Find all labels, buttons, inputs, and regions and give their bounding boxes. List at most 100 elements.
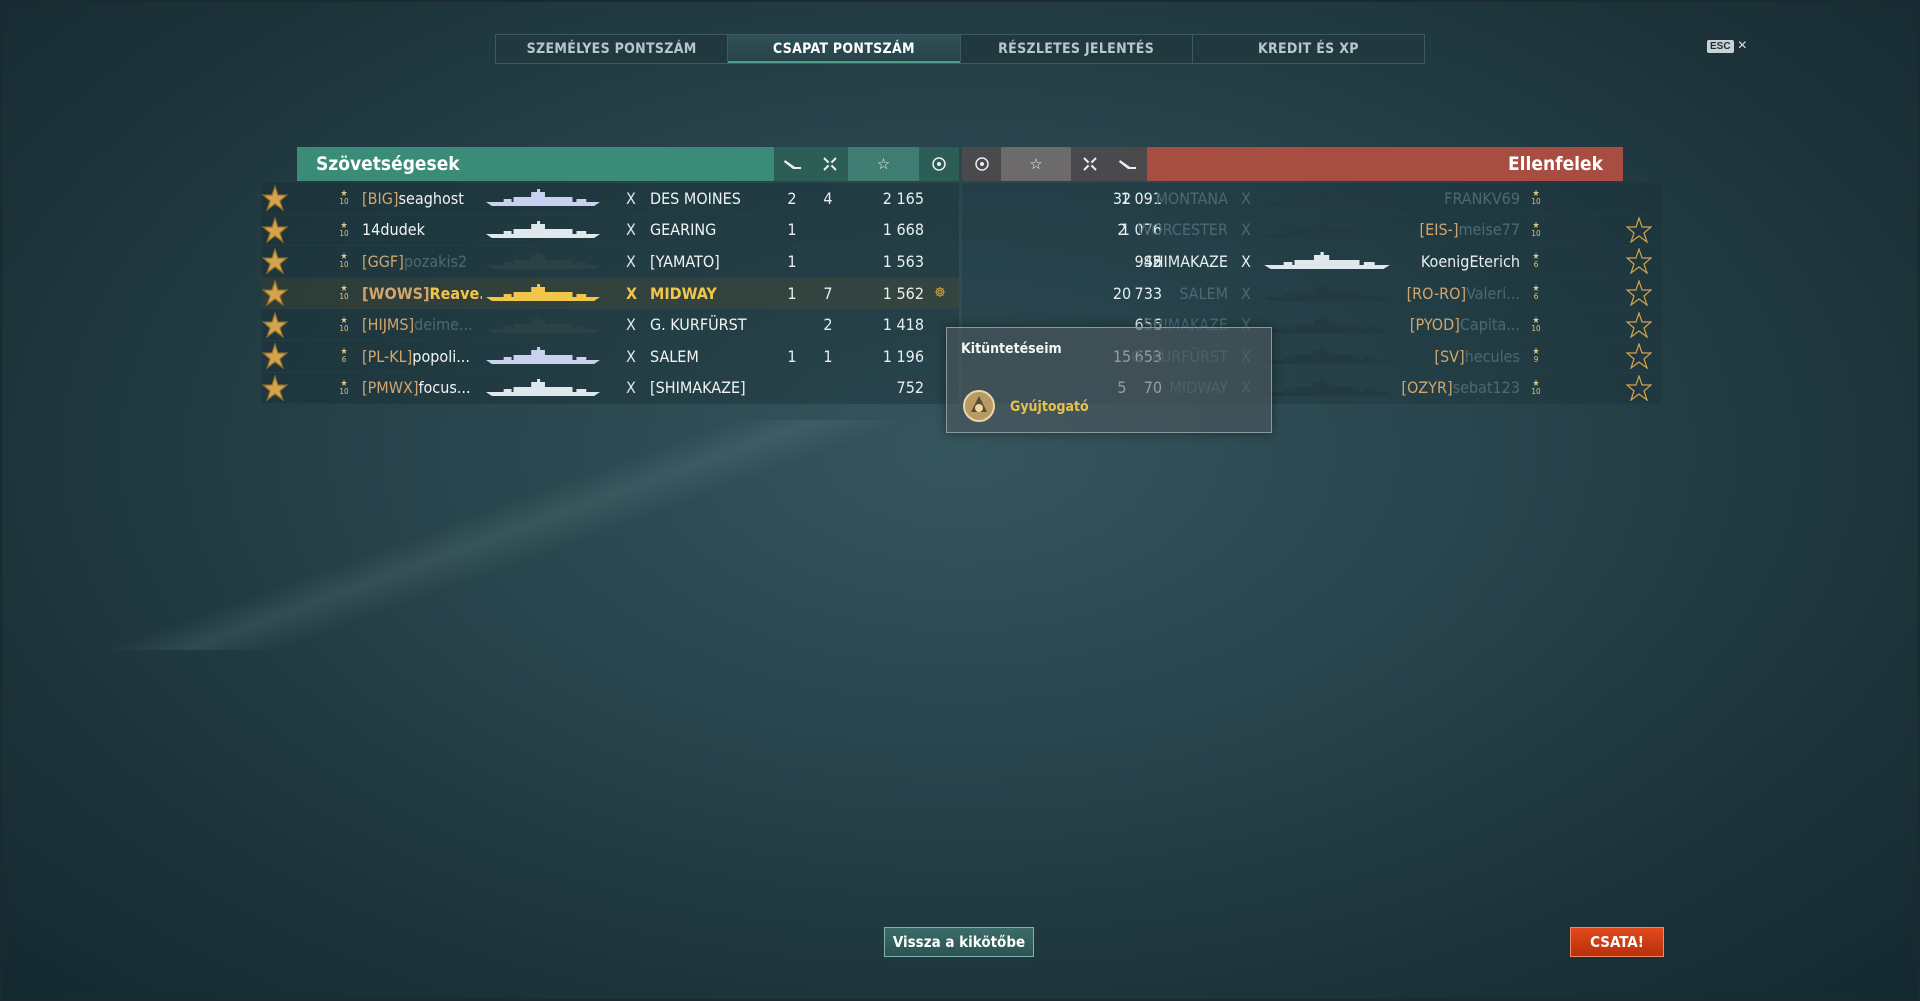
ship-silhouette-icon — [1262, 315, 1392, 335]
score-value: 1 563 — [882, 251, 924, 271]
tab-detailed-report[interactable]: RÉSZLETES JELENTÉS — [961, 35, 1193, 63]
ship-silhouette-icon — [484, 283, 602, 303]
commander-medal-icon — [1625, 215, 1653, 244]
player-name: FRANKV69 — [1444, 188, 1520, 208]
ship-type-marker: X — [626, 283, 638, 303]
tier-badge: ★ 10 — [339, 378, 349, 396]
player-name: [GGF]pozakis2 — [362, 251, 468, 271]
commander-medal-icon — [261, 310, 289, 339]
battle-button[interactable]: CSATA! — [1570, 927, 1664, 957]
ship-silhouette-icon — [1262, 283, 1392, 303]
ship-type-marker: X — [626, 188, 636, 208]
enemy-row[interactable]: 1 091 32 MONTANA X FRANKV69 ★ 10 — [962, 183, 1662, 215]
ship-name: MIDWAY — [650, 283, 717, 303]
planes-destroyed-value: 1 — [787, 251, 797, 271]
score-value: 752 — [896, 378, 924, 398]
kills-value: 1 — [823, 346, 833, 366]
tab-team-score[interactable]: CSAPAT PONTSZÁM — [728, 35, 961, 63]
tier-badge: ★ 10 — [1531, 189, 1541, 207]
player-name: [RO-RO]Valeri... — [1406, 283, 1520, 303]
commander-medal-icon — [1625, 310, 1653, 339]
commander-medal-icon — [1625, 373, 1653, 402]
ship-type-marker: X — [626, 220, 636, 240]
ally-row[interactable]: ★ 10 [BIG]seaghost X DES MOINES 2 4 2 165 — [261, 183, 959, 215]
back-to-port-button[interactable]: Vissza a kikötőbe — [884, 927, 1034, 957]
tier-badge: ★ 6 — [1532, 284, 1540, 302]
ship-silhouette-icon — [484, 251, 602, 271]
allies-table: ★ 10 [BIG]seaghost X DES MOINES 2 4 2 165… — [261, 183, 959, 405]
kills-value: 7 — [823, 283, 833, 303]
ship-type-marker: X — [1241, 251, 1251, 271]
player-name: KoenigEterich — [1420, 251, 1520, 271]
ship-type-marker: X — [626, 315, 636, 335]
ship-name: WORCESTER — [1137, 220, 1228, 240]
ship-type-marker: X — [1241, 188, 1251, 208]
tier-badge: ★ 6 — [340, 347, 348, 365]
ally-row[interactable]: ★ 10 14dudek X GEARING 1 1 668 — [261, 214, 959, 247]
ship-name: GEARING — [650, 220, 717, 240]
commander-medal-icon — [261, 247, 289, 276]
ally-row[interactable]: ★10 [WOWS]Reave... X MIDWAY 1 7 1 562 ☸ — [261, 277, 959, 310]
planes-destroyed-value: 1 — [787, 220, 797, 240]
score-value: 2 165 — [882, 188, 924, 208]
tab-bar: SZEMÉLYES PONTSZÁM CSAPAT PONTSZÁM RÉSZL… — [495, 34, 1425, 64]
player-name: [WOWS]Reave... — [362, 283, 482, 303]
score-star-icon: ☆ — [848, 147, 919, 181]
ship-silhouette-icon — [484, 315, 602, 335]
tier-badge: ★ 10 — [339, 189, 349, 207]
player-name: [BIG]seaghost — [362, 188, 464, 208]
arsonist-medal-icon — [963, 390, 995, 422]
enemy-row[interactable]: 1 076 2 WORCESTER X [EIS-]meise77 ★ 10 — [962, 214, 1662, 247]
ship-silhouette-icon — [484, 346, 602, 366]
close-icon: × — [1737, 37, 1747, 54]
ally-row[interactable]: ★ 10 [GGF]pozakis2 X [YAMATO] 1 1 563 — [261, 246, 959, 278]
commander-medal-icon — [261, 373, 289, 402]
tier-badge: ★ 9 — [1532, 347, 1540, 365]
tab-personal-score[interactable]: SZEMÉLYES PONTSZÁM — [496, 35, 729, 63]
ship-name: SHIMAKAZE — [1143, 251, 1228, 271]
ship-silhouette-icon — [1262, 251, 1392, 271]
player-name: [PL-KL]popoli... — [362, 346, 470, 366]
commander-medal-icon — [261, 342, 289, 370]
score-star-icon: ☆ — [1001, 147, 1071, 181]
tooltip-title: Kitüntetéseim — [961, 341, 1062, 357]
player-name: [PMWX]focus... — [362, 378, 471, 398]
ship-type-marker: X — [626, 378, 636, 398]
tier-badge: ★ 10 — [339, 315, 349, 333]
kills-value: 2 — [823, 315, 833, 335]
enemy-row[interactable]: 945 2 SHIMAKAZE X KoenigEterich ★ 6 — [962, 246, 1662, 278]
achievement-icon — [962, 147, 1001, 181]
ship-silhouette-icon — [484, 220, 602, 240]
ship-name: [SHIMAKAZE] — [650, 378, 746, 398]
achievement-indicator-icon: ☸ — [934, 285, 946, 302]
enemy-row[interactable]: 733 20 SALEM X [RO-RO]Valeri... ★ 6 — [962, 277, 1662, 310]
player-name: [EIS-]meise77 — [1419, 220, 1520, 240]
tier-badge: ★ 6 — [1532, 252, 1540, 270]
ally-row[interactable]: ★ 6 [PL-KL]popoli... X SALEM 1 1 1 196 — [261, 340, 959, 373]
ship-type-marker: X — [626, 346, 636, 366]
ally-row[interactable]: ★ 10 [HIJMS]deime... X G. KURFÜRST 2 1 41… — [261, 309, 959, 341]
kills-icon — [811, 147, 848, 181]
ally-row[interactable]: ★ 10 [PMWX]focus... X [SHIMAKAZE] 752 — [261, 372, 959, 405]
esc-key-icon: ESC — [1707, 39, 1734, 53]
allies-title: Szövetségesek — [297, 147, 774, 181]
window-frame — [0, 0, 1920, 1001]
close-button[interactable]: ESC × — [1707, 37, 1747, 55]
commander-medal-icon — [1625, 279, 1653, 307]
ship-name: MONTANA — [1155, 188, 1228, 208]
player-name: [PYOD]Capita... — [1409, 315, 1520, 335]
ship-silhouette-icon — [484, 378, 602, 398]
ship-silhouette-icon — [484, 188, 602, 208]
player-name: [HIJMS]deime... — [362, 315, 473, 335]
commander-medal-icon — [261, 279, 289, 307]
planes-destroyed-icon — [774, 147, 811, 181]
kills-icon — [1071, 147, 1109, 181]
ship-name: DES MOINES — [650, 188, 741, 208]
tab-credits-xp[interactable]: KREDIT ÉS XP — [1193, 35, 1424, 63]
sea-haze — [0, 420, 1000, 650]
commander-medal-icon — [261, 184, 289, 212]
player-name: 14dudek — [362, 220, 425, 240]
commander-medal-icon — [261, 215, 289, 244]
tier-badge: ★ 10 — [1531, 378, 1541, 396]
score-value: 1 668 — [882, 220, 924, 240]
